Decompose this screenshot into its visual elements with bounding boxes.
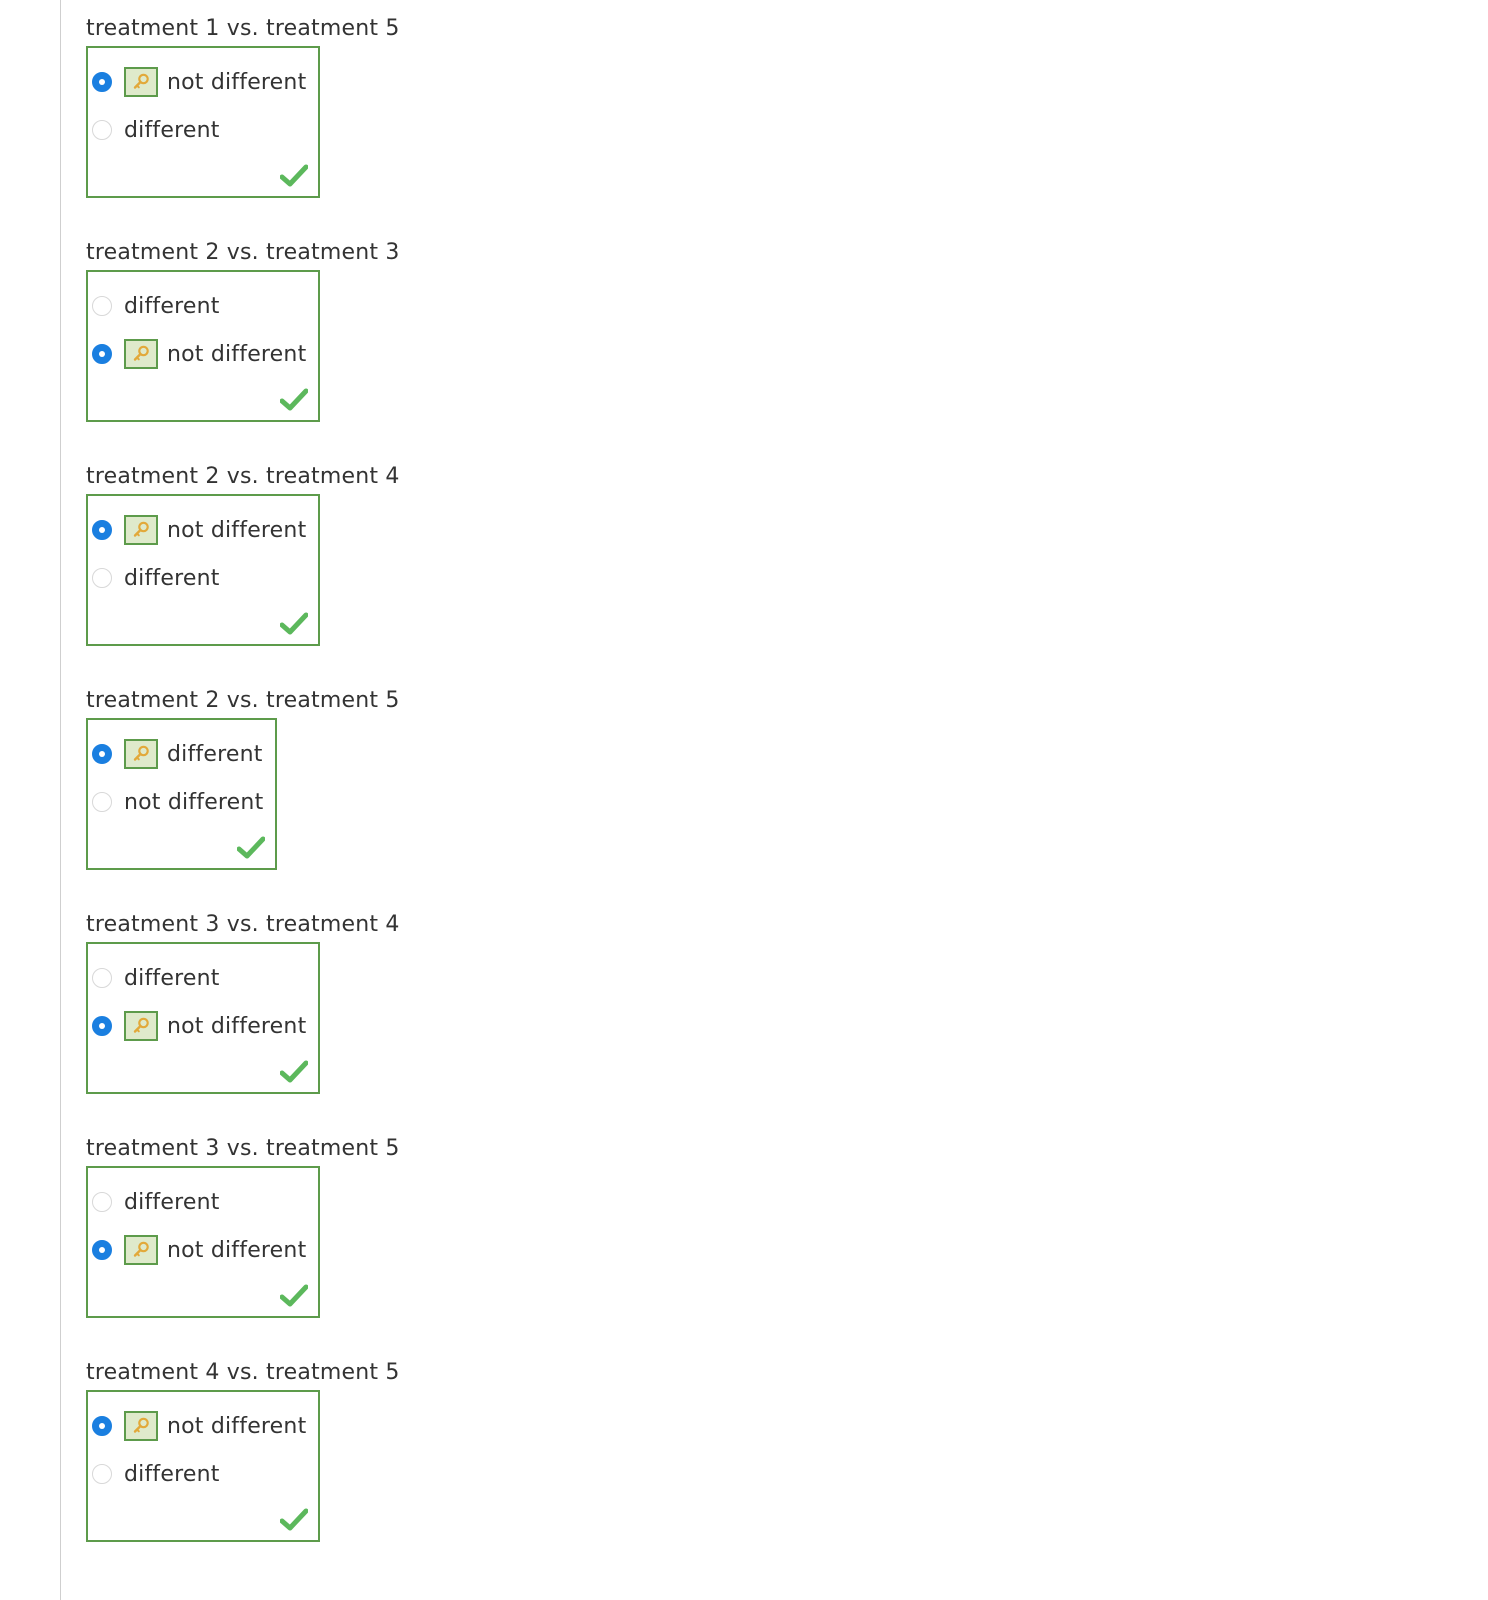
question: treatment 3 vs. treatment 4 different no… <box>86 910 400 1134</box>
option[interactable]: not different <box>92 58 306 106</box>
left-divider <box>60 0 61 1600</box>
answer-choices: not different different <box>86 46 321 198</box>
option[interactable]: different <box>92 554 306 602</box>
question: treatment 2 vs. treatment 3 different no… <box>86 238 400 462</box>
radio-button[interactable] <box>92 72 112 92</box>
question-title: treatment 1 vs. treatment 5 <box>86 16 400 41</box>
radio-button[interactable] <box>92 1416 112 1436</box>
option[interactable]: different <box>92 1450 306 1498</box>
option-label: not different <box>167 341 307 367</box>
option[interactable]: not different <box>92 1402 306 1450</box>
radio-button[interactable] <box>92 120 112 140</box>
key-icon <box>124 1411 158 1441</box>
option[interactable]: not different <box>92 330 306 378</box>
radio-button[interactable] <box>92 1464 112 1484</box>
key-icon <box>124 515 158 545</box>
key-icon <box>124 1011 158 1041</box>
option[interactable]: not different <box>92 1226 306 1274</box>
question: treatment 3 vs. treatment 5 different no… <box>86 1134 400 1358</box>
key-icon <box>124 739 158 769</box>
option-label: not different <box>124 789 264 815</box>
question: treatment 2 vs. treatment 4 not differen… <box>86 462 400 686</box>
option[interactable]: not different <box>92 1002 306 1050</box>
radio-button[interactable] <box>92 1240 112 1260</box>
radio-button[interactable] <box>92 1016 112 1036</box>
option-label: different <box>124 565 220 591</box>
radio-button[interactable] <box>92 296 112 316</box>
option-label: different <box>124 965 220 991</box>
option-label: different <box>124 1189 220 1215</box>
radio-button[interactable] <box>92 568 112 588</box>
question-list: treatment 1 vs. treatment 5 not differen… <box>86 14 400 1582</box>
checkmark-icon <box>279 612 309 636</box>
option-label: different <box>124 117 220 143</box>
checkmark-icon <box>279 1508 309 1532</box>
option-label: different <box>124 293 220 319</box>
question-title: treatment 2 vs. treatment 4 <box>86 464 400 489</box>
question: treatment 4 vs. treatment 5 not differen… <box>86 1358 400 1582</box>
checkmark-icon <box>236 836 266 860</box>
option[interactable]: different <box>92 282 306 330</box>
radio-button[interactable] <box>92 520 112 540</box>
answer-choices: not different different <box>86 494 321 646</box>
question-title: treatment 2 vs. treatment 5 <box>86 688 400 713</box>
option[interactable]: different <box>92 730 263 778</box>
option-label: not different <box>167 69 307 95</box>
option-label: different <box>124 1461 220 1487</box>
answer-choices: different not different <box>86 270 321 422</box>
option[interactable]: different <box>92 1178 306 1226</box>
checkmark-icon <box>279 164 309 188</box>
checkmark-icon <box>279 388 309 412</box>
answer-choices: different not different <box>86 942 321 1094</box>
option-label: not different <box>167 1013 307 1039</box>
radio-button[interactable] <box>92 968 112 988</box>
key-icon <box>124 339 158 369</box>
option-label: not different <box>167 1413 307 1439</box>
radio-button[interactable] <box>92 344 112 364</box>
option[interactable]: different <box>92 106 306 154</box>
question: treatment 1 vs. treatment 5 not differen… <box>86 14 400 238</box>
option-label: different <box>167 741 263 767</box>
checkmark-icon <box>279 1060 309 1084</box>
key-icon <box>124 67 158 97</box>
question-title: treatment 3 vs. treatment 5 <box>86 1136 400 1161</box>
radio-button[interactable] <box>92 792 112 812</box>
option[interactable]: different <box>92 954 306 1002</box>
question-title: treatment 2 vs. treatment 3 <box>86 240 400 265</box>
checkmark-icon <box>279 1284 309 1308</box>
question-title: treatment 4 vs. treatment 5 <box>86 1360 400 1385</box>
option[interactable]: not different <box>92 778 263 826</box>
radio-button[interactable] <box>92 1192 112 1212</box>
question: treatment 2 vs. treatment 5 different no… <box>86 686 400 910</box>
page: treatment 1 vs. treatment 5 not differen… <box>0 0 1488 1600</box>
option[interactable]: not different <box>92 506 306 554</box>
question-title: treatment 3 vs. treatment 4 <box>86 912 400 937</box>
option-label: not different <box>167 1237 307 1263</box>
radio-button[interactable] <box>92 744 112 764</box>
option-label: not different <box>167 517 307 543</box>
answer-choices: different not different <box>86 718 278 870</box>
key-icon <box>124 1235 158 1265</box>
answer-choices: not different different <box>86 1390 321 1542</box>
answer-choices: different not different <box>86 1166 321 1318</box>
